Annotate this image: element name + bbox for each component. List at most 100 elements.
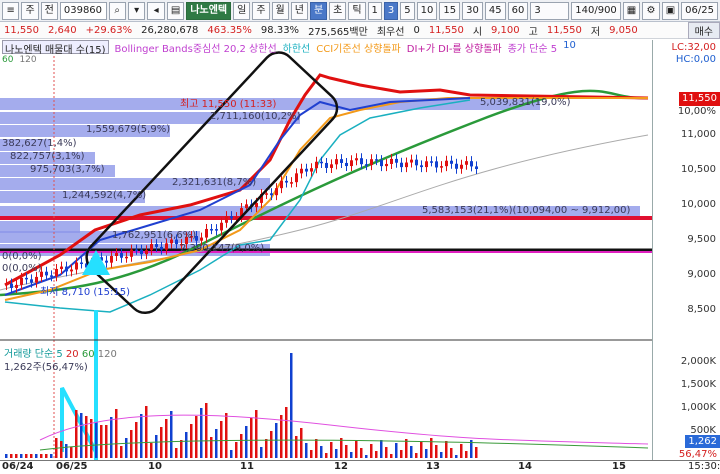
- prev-button[interactable]: 전: [40, 1, 58, 20]
- date-input[interactable]: 06/25: [681, 1, 718, 20]
- volume-bar: [85, 416, 88, 458]
- profile-zero-2: 0(0,0%): [2, 263, 42, 274]
- volume-bar: [30, 454, 33, 458]
- candle-body: [5, 283, 8, 285]
- high-annotation: 최고 11,550 (11:33): [180, 99, 277, 110]
- candle-body: [405, 162, 408, 168]
- candle-body: [440, 166, 443, 168]
- period-second[interactable]: 초: [329, 1, 347, 20]
- period-month[interactable]: 월: [271, 1, 289, 20]
- candle-body: [30, 279, 33, 283]
- buy-button[interactable]: 매수: [687, 21, 720, 39]
- indicator-legend-2: 60 120: [0, 55, 37, 65]
- volume-bar: [465, 451, 468, 458]
- vol-axis-2000: 2,000K: [680, 356, 716, 367]
- ma-120-label[interactable]: 120: [19, 55, 36, 65]
- volume-profile-label: 2,321,631(8,7%): [172, 177, 257, 188]
- volume-bar: [135, 422, 138, 458]
- candle-body: [20, 277, 23, 285]
- volume-bar: [385, 447, 388, 458]
- volume-bar: [420, 442, 423, 458]
- toolbar: ≡ 주 전 039860 ⌕ ▾ ◂ ▤ 나노엔텍 일 주 월 년 분 초 틱 …: [0, 0, 720, 22]
- minute-45[interactable]: 45: [484, 1, 506, 20]
- period-minute[interactable]: 분: [309, 1, 328, 20]
- grid-icon[interactable]: ▦: [622, 1, 641, 20]
- x-label-0624: 06/24: [2, 461, 34, 472]
- x-label-15: 15: [612, 461, 626, 472]
- stock-code-input[interactable]: 039860: [59, 1, 107, 20]
- candle-body: [285, 180, 288, 183]
- minute-60[interactable]: 60: [507, 1, 529, 20]
- volume-bar: [70, 447, 73, 458]
- candle-body: [270, 193, 273, 196]
- volume-bar: [45, 454, 48, 458]
- volume-bar: [25, 454, 28, 458]
- minute-15[interactable]: 15: [439, 1, 461, 20]
- volume-bar: [65, 444, 68, 458]
- volume-bar: [10, 454, 13, 458]
- series-label[interactable]: 나노엔텍 매물대 수(15): [2, 40, 109, 54]
- speaker-icon[interactable]: ◂: [147, 1, 165, 20]
- volume-bar: [140, 414, 143, 458]
- volume-bar: [250, 418, 253, 458]
- open-label: 시: [472, 26, 483, 38]
- minute-10[interactable]: 10: [416, 1, 438, 20]
- candle-body: [55, 268, 58, 277]
- volume-bar: [430, 438, 433, 458]
- volume-bar: [220, 421, 223, 458]
- volume-bar: [155, 435, 158, 458]
- candle-body: [470, 161, 473, 167]
- candle-body: [265, 193, 268, 195]
- period-week-button[interactable]: 주: [21, 1, 39, 20]
- calendar-icon[interactable]: ▣: [661, 1, 680, 20]
- vol-ma-label[interactable]: 종가 단순 5: [508, 40, 558, 54]
- volume-bar: [440, 452, 443, 458]
- volume-bar: [95, 422, 98, 458]
- candle-body: [35, 276, 38, 283]
- volume-bar: [235, 442, 238, 458]
- volume-bar: [350, 452, 353, 458]
- price-2: 11,550: [428, 24, 464, 36]
- search-icon[interactable]: ⌕: [108, 1, 126, 20]
- candle-body: [225, 216, 228, 223]
- volume-profile-label: 5,583,153(21,1%)(10,094,00 ~ 9,912,00): [422, 205, 631, 216]
- interval-select[interactable]: 3: [530, 1, 570, 20]
- candle-body: [235, 217, 238, 219]
- x-label-10: 10: [148, 461, 162, 472]
- bb-label[interactable]: Bollinger Bands중심선 20,2 상한선: [115, 40, 277, 54]
- bb-low-label[interactable]: 하한선: [283, 40, 311, 54]
- dropdown-icon[interactable]: ▾: [127, 1, 146, 20]
- period-year[interactable]: 년: [290, 1, 308, 20]
- minute-30[interactable]: 30: [462, 1, 483, 20]
- volume-profile-label: 1,244,592(4,7%): [62, 190, 147, 201]
- minute-3[interactable]: 3: [383, 1, 399, 20]
- candle-body: [350, 160, 353, 167]
- volume-profile-label: 1,559,679(5,9%): [86, 124, 171, 135]
- candle-body: [10, 283, 13, 288]
- menu-icon[interactable]: ≡: [2, 1, 20, 20]
- candle-body: [215, 229, 218, 231]
- period-day[interactable]: 일: [233, 1, 251, 20]
- chart-area[interactable]: 5,039,831(19,0%) 2,711,160(10,2%) 1,559,67…: [0, 40, 652, 460]
- settings-icon[interactable]: ⚙: [642, 1, 660, 20]
- volume-bar: [425, 449, 428, 458]
- ma-60-label[interactable]: 60: [2, 55, 13, 65]
- volume-bar: [165, 419, 168, 458]
- volume-bar: [450, 448, 453, 458]
- minute-1[interactable]: 1: [367, 1, 382, 20]
- volume-bar: [310, 450, 313, 458]
- period-week[interactable]: 주: [252, 1, 270, 20]
- axis-11000: 11,000: [681, 129, 716, 140]
- lock-icon[interactable]: ▤: [166, 1, 185, 20]
- cci-label[interactable]: CCI기준선 상향돌파: [316, 40, 401, 54]
- price-axis[interactable]: LC:32,00 HC:0,00 11,550 10,00% 11,000 10…: [652, 40, 720, 462]
- candle-body: [210, 228, 213, 231]
- stock-name-badge[interactable]: 나노엔텍: [186, 1, 232, 20]
- di-label[interactable]: DI+가 DI-를 상향돌파: [407, 40, 502, 54]
- minute-5[interactable]: 5: [400, 1, 415, 20]
- vol-ma-10-label[interactable]: 10: [563, 40, 576, 54]
- volume-bar: [185, 432, 188, 458]
- period-tick[interactable]: 틱: [348, 1, 366, 20]
- candle-body: [220, 222, 223, 231]
- candle-body: [355, 158, 358, 161]
